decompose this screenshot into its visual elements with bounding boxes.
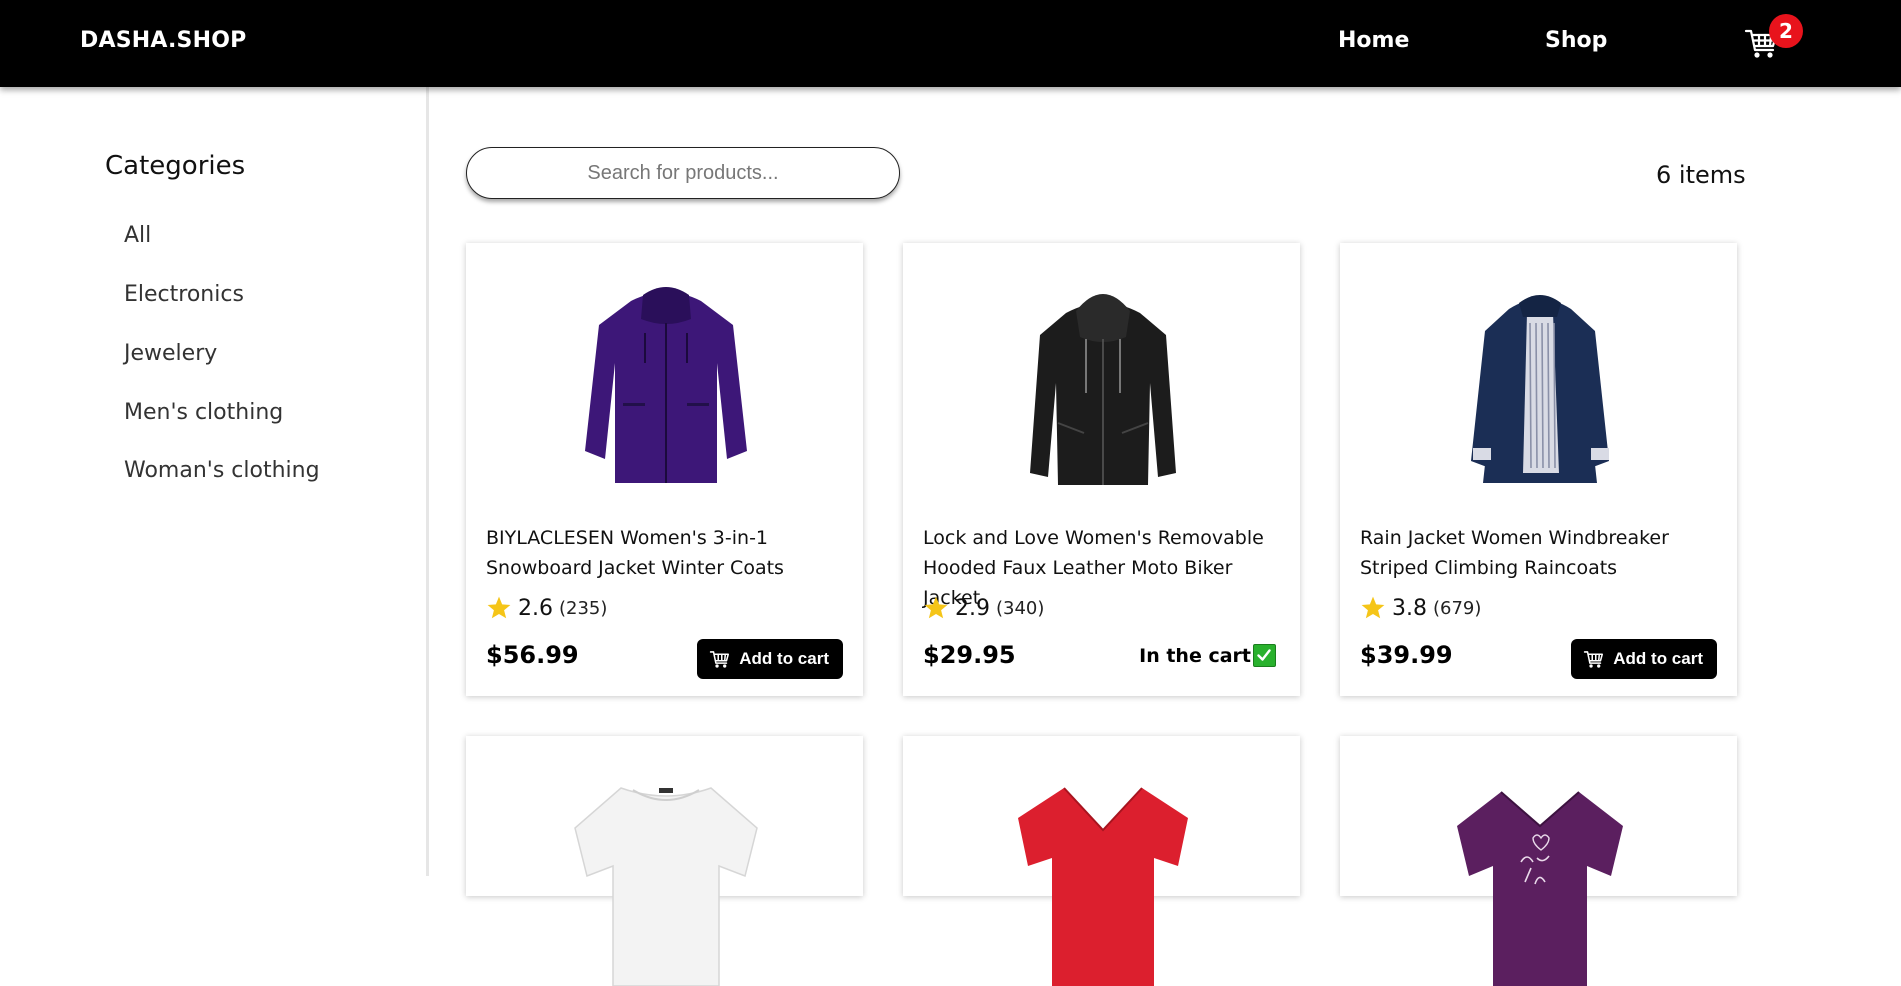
brand-logo[interactable]: DASHA.SHOP — [80, 28, 246, 53]
product-rating: 2.6 (235) — [486, 595, 607, 621]
categories-sidebar: Categories All Electronics Jewelery Men'… — [0, 87, 429, 876]
category-jewelery[interactable]: Jewelery — [124, 341, 217, 366]
search-input[interactable] — [466, 147, 900, 199]
product-title: Rain Jacket Women Windbreaker Striped Cl… — [1360, 527, 1669, 579]
nav-home-link[interactable]: Home — [1338, 28, 1409, 53]
rating-value: 3.8 — [1392, 595, 1427, 621]
nav-shop-link[interactable]: Shop — [1545, 28, 1607, 53]
product-title: BIYLACLESEN Women's 3-in-1 Snowboard Jac… — [486, 527, 784, 579]
product-rating: 2.9 (340) — [923, 595, 1044, 621]
star-icon — [924, 596, 948, 619]
items-count: 6 items — [1656, 161, 1746, 189]
cart-icon — [1584, 651, 1604, 668]
category-electronics[interactable]: Electronics — [124, 282, 244, 307]
product-card[interactable] — [1340, 736, 1737, 986]
rating-value: 2.6 — [518, 595, 553, 621]
product-price: $29.95 — [923, 641, 1016, 669]
review-count: (235) — [559, 597, 608, 619]
black-leather-jacket-icon — [1030, 294, 1176, 485]
cart-icon — [710, 651, 730, 668]
product-card[interactable] — [466, 736, 863, 986]
cart-count-badge: 2 — [1769, 14, 1803, 48]
review-count: (679) — [1433, 597, 1482, 619]
product-card[interactable]: BIYLACLESEN Women's 3-in-1 Snowboard Jac… — [466, 243, 863, 696]
category-womans-clothing[interactable]: Woman's clothing — [124, 458, 320, 483]
in-cart-status: In the cart — [1139, 644, 1276, 667]
categories-title: Categories — [105, 151, 246, 181]
add-to-cart-button[interactable]: Add to cart — [697, 639, 843, 679]
add-to-cart-label: Add to cart — [739, 649, 829, 668]
rating-value: 2.9 — [955, 595, 990, 621]
navy-raincoat-icon — [1471, 295, 1609, 483]
check-mark-icon — [1253, 644, 1276, 667]
purple-tshirt-icon — [1457, 791, 1623, 986]
purple-jacket-icon — [585, 287, 747, 483]
add-to-cart-label: Add to cart — [1613, 649, 1703, 668]
top-nav-bar: DASHA.SHOP Home Shop 2 — [0, 0, 1901, 87]
product-price: $56.99 — [486, 641, 579, 669]
category-mens-clothing[interactable]: Men's clothing — [124, 400, 283, 425]
product-card[interactable]: Rain Jacket Women Windbreaker Striped Cl… — [1340, 243, 1737, 696]
white-tshirt-icon — [574, 787, 758, 986]
product-rating: 3.8 (679) — [1360, 595, 1481, 621]
add-to-cart-button[interactable]: Add to cart — [1571, 639, 1717, 679]
product-price: $39.99 — [1360, 641, 1453, 669]
in-cart-label: In the cart — [1139, 644, 1251, 667]
product-card[interactable] — [903, 736, 1300, 986]
star-icon — [1361, 596, 1385, 619]
review-count: (340) — [996, 597, 1045, 619]
product-card[interactable]: Lock and Love Women's Removable Hooded F… — [903, 243, 1300, 696]
red-tshirt-icon — [1018, 787, 1188, 986]
star-icon — [487, 596, 511, 619]
category-all[interactable]: All — [124, 223, 151, 248]
